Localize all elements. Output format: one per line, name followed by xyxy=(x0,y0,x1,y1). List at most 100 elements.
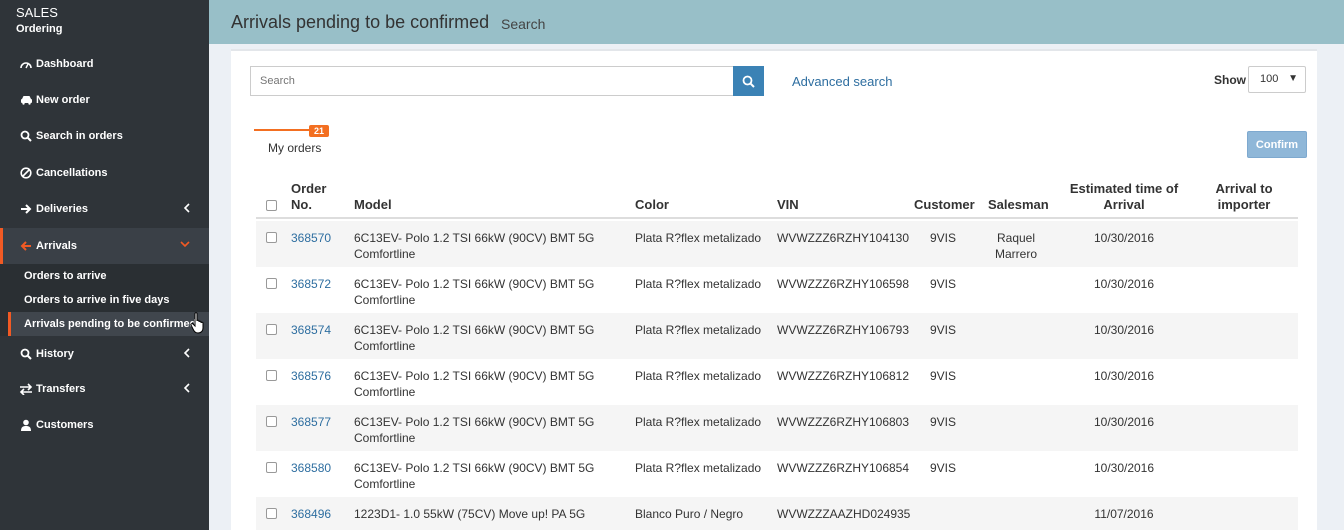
sidebar-item-label: Deliveries xyxy=(36,203,88,215)
tab-my-orders[interactable]: My orders 21 xyxy=(254,125,330,159)
search-button[interactable] xyxy=(733,66,764,96)
advanced-search-link[interactable]: Advanced search xyxy=(792,74,892,89)
order-link[interactable]: 368576 xyxy=(291,368,331,384)
cell-color: Plata R?flex metalizado xyxy=(635,231,762,245)
sidebar-item-transfers[interactable]: Transfers xyxy=(0,371,209,407)
sidebar-item-search-in-orders[interactable]: Search in orders xyxy=(0,118,209,154)
cell-customer: 9VIS xyxy=(930,277,957,291)
cell-model: 6C13EV- Polo 1.2 TSI 66kW (90CV) BMT 5G … xyxy=(354,323,595,353)
row-checkbox[interactable] xyxy=(266,508,277,519)
col-salesman[interactable]: Salesman xyxy=(988,197,1049,213)
cell-eta: 10/30/2016 xyxy=(1093,323,1155,337)
cell-model: 6C13EV- Polo 1.2 TSI 66kW (90CV) BMT 5G … xyxy=(354,277,595,307)
table-row[interactable]: 368574 6C13EV- Polo 1.2 TSI 66kW (90CV) … xyxy=(256,313,1298,359)
chevron-down-icon xyxy=(179,239,191,251)
sidebar-item-dashboard[interactable]: Dashboard xyxy=(0,46,209,82)
order-link[interactable]: 368574 xyxy=(291,322,331,338)
cell-vin: WVWZZZ6RZHY104130 xyxy=(777,231,910,245)
cell-model: 6C13EV- Polo 1.2 TSI 66kW (90CV) BMT 5G … xyxy=(354,231,595,261)
row-checkbox[interactable] xyxy=(266,278,277,289)
chevron-left-icon xyxy=(183,347,191,362)
page-size-value: 100 xyxy=(1260,73,1279,85)
row-checkbox[interactable] xyxy=(266,370,277,381)
cell-model: 6C13EV- Polo 1.2 TSI 66kW (90CV) BMT 5G … xyxy=(354,461,595,491)
car-icon xyxy=(17,95,35,105)
select-all-checkbox[interactable] xyxy=(266,200,277,211)
submenu-item-arrivals-pending[interactable]: Arrivals pending to be confirmed xyxy=(8,312,209,336)
sidebar-item-new-order[interactable]: New order xyxy=(0,82,209,118)
cell-vin: WVWZZZ6RZHY106793 xyxy=(777,323,910,337)
caret-down-icon: ▼ xyxy=(1288,73,1298,84)
col-customer[interactable]: Customer xyxy=(914,197,975,213)
cell-eta: 10/30/2016 xyxy=(1093,277,1155,291)
cell-customer: 9VIS xyxy=(930,323,957,337)
col-vin[interactable]: VIN xyxy=(777,197,799,213)
search-icon xyxy=(17,130,35,142)
cell-model: 6C13EV- Polo 1.2 TSI 66kW (90CV) BMT 5G … xyxy=(354,369,595,399)
col-eta[interactable]: Estimated time of Arrival xyxy=(1062,181,1186,213)
show-label: Show xyxy=(1214,73,1246,87)
tab-label: My orders xyxy=(268,141,322,155)
cell-vin: WVWZZZ6RZHY106812 xyxy=(777,369,910,383)
dashboard-icon xyxy=(17,59,35,69)
cell-eta: 10/30/2016 xyxy=(1093,415,1155,429)
table-row[interactable]: 368496 1223D1- 1.0 55kW (75CV) Move up! … xyxy=(256,497,1298,530)
row-checkbox[interactable] xyxy=(266,416,277,427)
col-color[interactable]: Color xyxy=(635,197,669,213)
submenu-item-orders-to-arrive[interactable]: Orders to arrive xyxy=(24,264,107,288)
col-model[interactable]: Model xyxy=(354,197,392,213)
sidebar-item-deliveries[interactable]: Deliveries xyxy=(0,191,209,227)
cell-vin: WVWZZZ6RZHY106598 xyxy=(777,277,910,291)
order-link[interactable]: 368577 xyxy=(291,414,331,430)
cell-color: Plata R?flex metalizado xyxy=(635,461,762,475)
order-link[interactable]: 368496 xyxy=(291,506,331,522)
sidebar-item-customers[interactable]: Customers xyxy=(0,407,209,443)
sidebar: SALES Ordering Dashboard New order Searc… xyxy=(0,0,209,530)
count-badge: 21 xyxy=(309,125,330,137)
sidebar-item-label: Arrivals xyxy=(36,240,77,252)
table-row[interactable]: 368572 6C13EV- Polo 1.2 TSI 66kW (90CV) … xyxy=(256,267,1298,313)
table-row[interactable]: 368570 6C13EV- Polo 1.2 TSI 66kW (90CV) … xyxy=(256,221,1298,267)
cell-salesman: Raquel Marrero xyxy=(994,231,1037,261)
col-order-no[interactable]: Order No. xyxy=(291,181,331,213)
row-checkbox[interactable] xyxy=(266,232,277,243)
order-link[interactable]: 368580 xyxy=(291,460,331,476)
arrow-left-icon xyxy=(17,240,35,252)
search-box xyxy=(250,66,734,96)
cell-customer: 9VIS xyxy=(930,231,957,245)
sidebar-item-history[interactable]: History xyxy=(0,336,209,372)
user-icon xyxy=(17,419,35,431)
sidebar-item-label: New order xyxy=(36,94,90,106)
cell-eta: 11/07/2016 xyxy=(1094,507,1154,521)
sidebar-item-cancellations[interactable]: Cancellations xyxy=(0,155,209,191)
chevron-left-icon xyxy=(183,202,191,217)
cell-model: 6C13EV- Polo 1.2 TSI 66kW (90CV) BMT 5G … xyxy=(354,415,595,445)
order-link[interactable]: 368570 xyxy=(291,230,331,246)
table-row[interactable]: 368580 6C13EV- Polo 1.2 TSI 66kW (90CV) … xyxy=(256,451,1298,497)
page-size-select[interactable]: 100 ▼ xyxy=(1248,66,1306,93)
sidebar-item-arrivals[interactable]: Arrivals xyxy=(0,228,209,264)
ban-icon xyxy=(17,167,35,179)
row-checkbox[interactable] xyxy=(266,324,277,335)
cell-customer: 9VIS xyxy=(930,415,957,429)
row-checkbox[interactable] xyxy=(266,462,277,473)
cell-customer: 9VIS xyxy=(930,461,957,475)
search-input[interactable] xyxy=(251,67,734,95)
search-icon xyxy=(742,75,755,88)
table-row[interactable]: 368577 6C13EV- Polo 1.2 TSI 66kW (90CV) … xyxy=(256,405,1298,451)
submenu-item-orders-to-arrive-five-days[interactable]: Orders to arrive in five days xyxy=(24,288,170,312)
cell-color: Plata R?flex metalizado xyxy=(635,415,762,429)
cell-vin: WVWZZZAAZHD024935 xyxy=(777,507,911,521)
order-link[interactable]: 368572 xyxy=(291,276,331,292)
breadcrumb: Search xyxy=(501,16,546,32)
cell-eta: 10/30/2016 xyxy=(1093,369,1155,383)
col-arrival-importer[interactable]: Arrival to importer xyxy=(1206,181,1282,213)
table-row[interactable]: 368576 6C13EV- Polo 1.2 TSI 66kW (90CV) … xyxy=(256,359,1298,405)
cell-color: Plata R?flex metalizado xyxy=(635,369,762,383)
search-icon xyxy=(17,348,35,360)
cell-color: Blanco Puro / Negro xyxy=(635,507,744,521)
cell-vin: WVWZZZ6RZHY106854 xyxy=(777,461,910,475)
exchange-icon xyxy=(17,383,35,395)
confirm-button[interactable]: Confirm xyxy=(1247,131,1307,158)
cell-vin: WVWZZZ6RZHY106803 xyxy=(777,415,910,429)
